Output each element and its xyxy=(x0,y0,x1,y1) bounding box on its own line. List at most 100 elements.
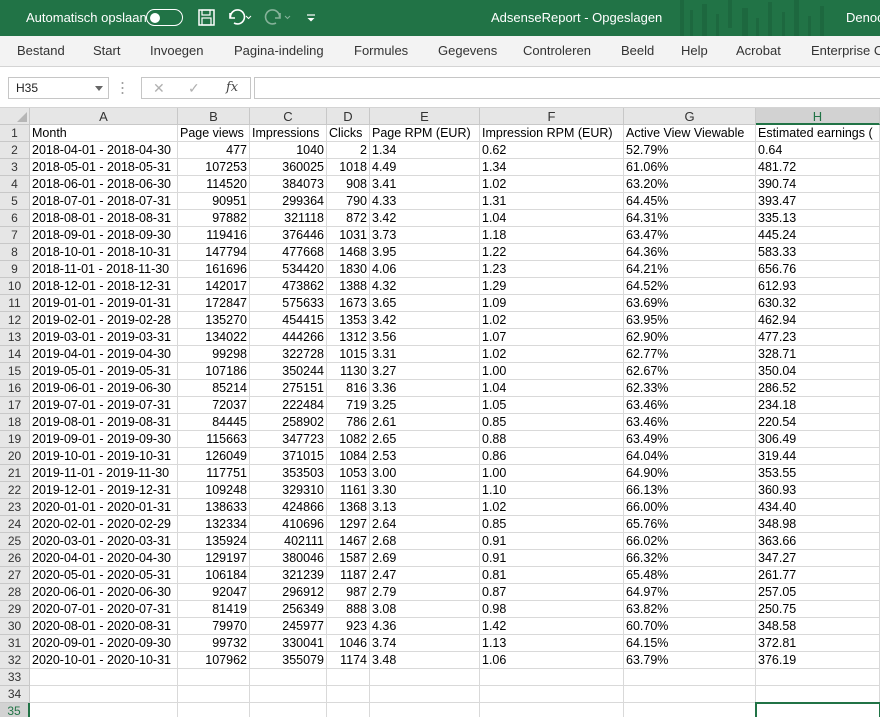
cell-e17[interactable]: 3.25 xyxy=(370,397,480,414)
cell-d14[interactable]: 1015 xyxy=(327,346,370,363)
row-header-25[interactable]: 25 xyxy=(0,533,30,550)
cell-e22[interactable]: 3.30 xyxy=(370,482,480,499)
cell-g28[interactable]: 64.97% xyxy=(624,584,756,601)
cell-f34[interactable] xyxy=(480,686,624,703)
cell-b6[interactable]: 97882 xyxy=(178,210,250,227)
cell-b33[interactable] xyxy=(178,669,250,686)
cell-c31[interactable]: 330041 xyxy=(250,635,327,652)
cell-d31[interactable]: 1046 xyxy=(327,635,370,652)
cell-c25[interactable]: 402111 xyxy=(250,533,327,550)
cell-g24[interactable]: 65.76% xyxy=(624,516,756,533)
row-header-23[interactable]: 23 xyxy=(0,499,30,516)
cell-h13[interactable]: 477.23 xyxy=(756,329,880,346)
cell-f8[interactable]: 1.22 xyxy=(480,244,624,261)
cell-h10[interactable]: 612.93 xyxy=(756,278,880,295)
cell-h19[interactable]: 306.49 xyxy=(756,431,880,448)
cell-a3[interactable]: 2018-05-01 - 2018-05-31 xyxy=(30,159,178,176)
autosave-toggle[interactable] xyxy=(146,9,183,26)
cell-a27[interactable]: 2020-05-01 - 2020-05-31 xyxy=(30,567,178,584)
cell-b9[interactable]: 161696 xyxy=(178,261,250,278)
tab-acrobat[interactable]: Acrobat xyxy=(736,43,781,58)
cell-b13[interactable]: 134022 xyxy=(178,329,250,346)
cell-c16[interactable]: 275151 xyxy=(250,380,327,397)
cell-d35[interactable] xyxy=(327,703,370,717)
cell-h9[interactable]: 656.76 xyxy=(756,261,880,278)
cell-h12[interactable]: 462.94 xyxy=(756,312,880,329)
cell-g14[interactable]: 62.77% xyxy=(624,346,756,363)
cell-d30[interactable]: 923 xyxy=(327,618,370,635)
column-header-g[interactable]: G xyxy=(624,108,756,125)
cell-d15[interactable]: 1130 xyxy=(327,363,370,380)
cell-f10[interactable]: 1.29 xyxy=(480,278,624,295)
cell-a17[interactable]: 2019-07-01 - 2019-07-31 xyxy=(30,397,178,414)
header-cell[interactable]: Impression RPM (EUR) xyxy=(480,125,624,142)
cell-d29[interactable]: 888 xyxy=(327,601,370,618)
cell-e14[interactable]: 3.31 xyxy=(370,346,480,363)
cell-a34[interactable] xyxy=(30,686,178,703)
row-header-1[interactable]: 1 xyxy=(0,125,30,142)
row-header-12[interactable]: 12 xyxy=(0,312,30,329)
cell-c33[interactable] xyxy=(250,669,327,686)
cell-g13[interactable]: 62.90% xyxy=(624,329,756,346)
cell-c23[interactable]: 424866 xyxy=(250,499,327,516)
cell-c22[interactable]: 329310 xyxy=(250,482,327,499)
row-header-2[interactable]: 2 xyxy=(0,142,30,159)
header-cell[interactable]: Active View Viewable xyxy=(624,125,756,142)
cell-h25[interactable]: 363.66 xyxy=(756,533,880,550)
cell-c7[interactable]: 376446 xyxy=(250,227,327,244)
column-header-b[interactable]: B xyxy=(178,108,250,125)
cell-a2[interactable]: 2018-04-01 - 2018-04-30 xyxy=(30,142,178,159)
cell-g12[interactable]: 63.95% xyxy=(624,312,756,329)
cell-h4[interactable]: 390.74 xyxy=(756,176,880,193)
row-header-32[interactable]: 32 xyxy=(0,652,30,669)
cell-a29[interactable]: 2020-07-01 - 2020-07-31 xyxy=(30,601,178,618)
chevron-down-icon[interactable] xyxy=(95,86,103,91)
cell-g7[interactable]: 63.47% xyxy=(624,227,756,244)
tab-controleren[interactable]: Controleren xyxy=(523,43,591,58)
cell-g5[interactable]: 64.45% xyxy=(624,193,756,210)
cell-g22[interactable]: 66.13% xyxy=(624,482,756,499)
cell-c24[interactable]: 410696 xyxy=(250,516,327,533)
cell-h31[interactable]: 372.81 xyxy=(756,635,880,652)
cell-a33[interactable] xyxy=(30,669,178,686)
formula-input[interactable] xyxy=(254,77,880,99)
cell-g20[interactable]: 64.04% xyxy=(624,448,756,465)
cell-f33[interactable] xyxy=(480,669,624,686)
cell-e11[interactable]: 3.65 xyxy=(370,295,480,312)
cell-a31[interactable]: 2020-09-01 - 2020-09-30 xyxy=(30,635,178,652)
column-header-h[interactable]: H xyxy=(756,108,880,125)
cell-a35[interactable] xyxy=(30,703,178,717)
cell-f19[interactable]: 0.88 xyxy=(480,431,624,448)
cell-f17[interactable]: 1.05 xyxy=(480,397,624,414)
cell-f26[interactable]: 0.91 xyxy=(480,550,624,567)
cell-g17[interactable]: 63.46% xyxy=(624,397,756,414)
tab-enterprise[interactable]: Enterprise C xyxy=(811,43,880,58)
cell-d19[interactable]: 1082 xyxy=(327,431,370,448)
cell-a7[interactable]: 2018-09-01 - 2018-09-30 xyxy=(30,227,178,244)
cell-e24[interactable]: 2.64 xyxy=(370,516,480,533)
row-header-5[interactable]: 5 xyxy=(0,193,30,210)
cell-c21[interactable]: 353503 xyxy=(250,465,327,482)
cell-g35[interactable] xyxy=(624,703,756,717)
cell-c13[interactable]: 444266 xyxy=(250,329,327,346)
tab-pagina-indeling[interactable]: Pagina-indeling xyxy=(234,43,324,58)
row-header-17[interactable]: 17 xyxy=(0,397,30,414)
cell-a28[interactable]: 2020-06-01 - 2020-06-30 xyxy=(30,584,178,601)
cell-g8[interactable]: 64.36% xyxy=(624,244,756,261)
cell-f32[interactable]: 1.06 xyxy=(480,652,624,669)
cell-c5[interactable]: 299364 xyxy=(250,193,327,210)
cell-d9[interactable]: 1830 xyxy=(327,261,370,278)
cell-d28[interactable]: 987 xyxy=(327,584,370,601)
cell-h32[interactable]: 376.19 xyxy=(756,652,880,669)
cell-e18[interactable]: 2.61 xyxy=(370,414,480,431)
row-header-7[interactable]: 7 xyxy=(0,227,30,244)
name-box[interactable]: H35 xyxy=(8,77,109,99)
cell-d22[interactable]: 1161 xyxy=(327,482,370,499)
undo-icon[interactable] xyxy=(226,7,252,29)
cell-d2[interactable]: 2 xyxy=(327,142,370,159)
cell-f21[interactable]: 1.00 xyxy=(480,465,624,482)
cell-c4[interactable]: 384073 xyxy=(250,176,327,193)
cell-b29[interactable]: 81419 xyxy=(178,601,250,618)
cell-a30[interactable]: 2020-08-01 - 2020-08-31 xyxy=(30,618,178,635)
cell-e15[interactable]: 3.27 xyxy=(370,363,480,380)
